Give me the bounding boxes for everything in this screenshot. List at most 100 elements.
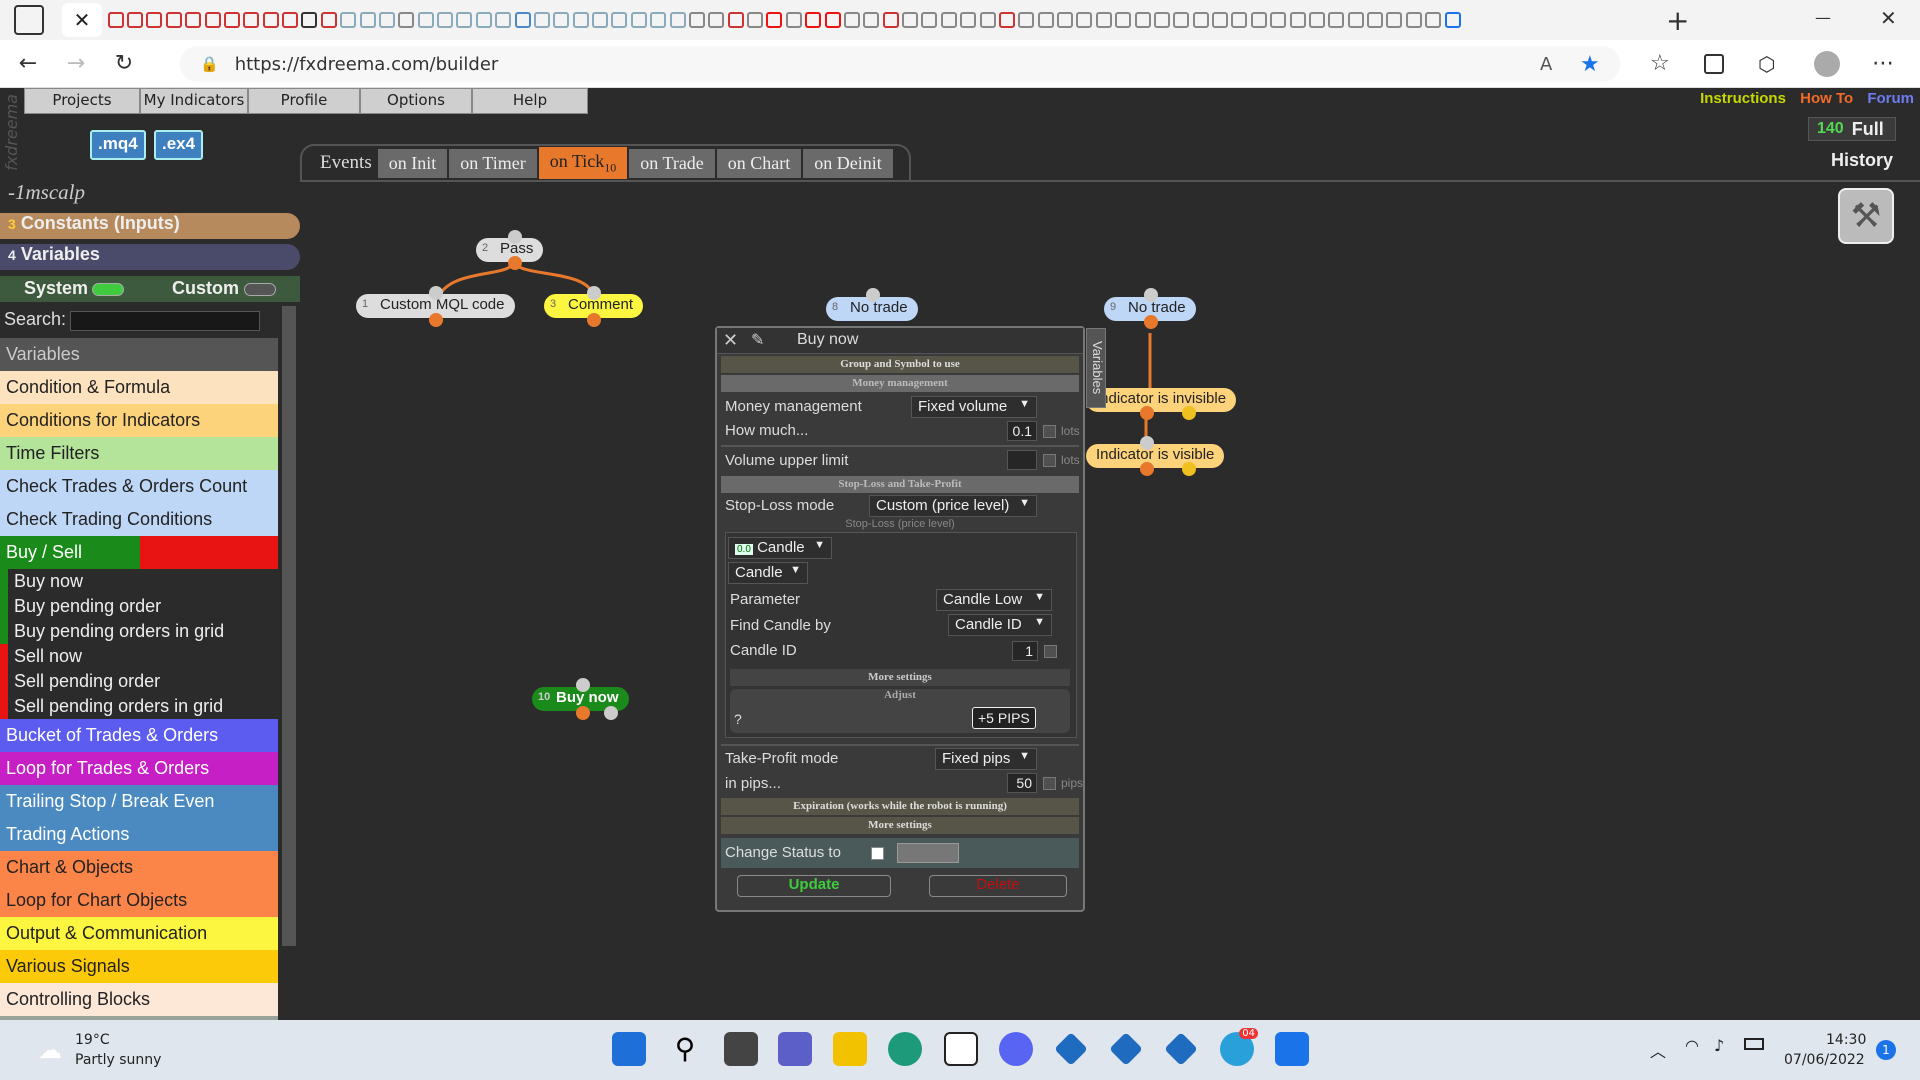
tab-favicon-icon[interactable] — [863, 12, 880, 28]
tab-favicon-icon[interactable] — [533, 12, 550, 28]
tab-favicon-icon[interactable] — [708, 12, 725, 28]
tab-favicon-icon[interactable] — [359, 12, 376, 28]
tab-favicon-icon[interactable] — [1308, 12, 1325, 28]
tab-favicon-icon[interactable] — [1270, 12, 1287, 28]
tab-favicon-icon[interactable] — [127, 12, 144, 28]
tab-favicon-icon[interactable] — [940, 12, 957, 28]
in-pips-input[interactable]: 50 — [1007, 773, 1037, 793]
node-indicator-visible[interactable]: Indicator is visible — [1086, 444, 1225, 468]
tab-favicon-icon[interactable] — [1018, 12, 1035, 28]
telegram-icon[interactable]: 04 — [1220, 1028, 1258, 1066]
tab-favicon-icon[interactable] — [1289, 12, 1306, 28]
variables-side-tab[interactable]: Variables — [1086, 328, 1106, 408]
tab-actions-icon[interactable] — [14, 5, 44, 35]
more-menu-icon[interactable]: ⋯ — [1872, 51, 1894, 76]
node-buy-now-output-b[interactable] — [604, 706, 618, 720]
node-invisible-output-b[interactable] — [1182, 406, 1196, 420]
tab-favicon-icon[interactable] — [243, 12, 260, 28]
tab-favicon-icon[interactable] — [1115, 12, 1132, 28]
tab-favicon-icon[interactable] — [824, 12, 841, 28]
vscode-icon-2[interactable] — [1109, 1032, 1143, 1066]
lock-icon[interactable]: 🔒 — [200, 55, 219, 73]
tab-favicon-icon[interactable] — [882, 12, 899, 28]
section-expiration[interactable]: Expiration (works while the robot is run… — [721, 798, 1079, 815]
favorite-star-icon[interactable]: ★ — [1580, 52, 1600, 77]
node-pass-input[interactable] — [508, 230, 522, 244]
tab-favicon-icon[interactable] — [747, 12, 764, 28]
tab-favicon-icon[interactable] — [340, 12, 357, 28]
section-group-symbol[interactable]: Group and Symbol to use — [721, 356, 1079, 373]
adjust-input[interactable]: +5 PIPS — [972, 707, 1036, 729]
money-mode-select[interactable]: Fixed volume ▼ — [911, 396, 1037, 418]
tab-favicon-icon[interactable] — [921, 12, 938, 28]
tab-favicon-icon[interactable] — [1212, 12, 1229, 28]
read-aloud-icon[interactable]: A — [1540, 54, 1552, 75]
node-no-trade-8-input[interactable] — [866, 288, 880, 302]
weather-icon[interactable]: ☁ — [38, 1036, 62, 1064]
node-custom-mql-output[interactable] — [429, 313, 443, 327]
weather-desc[interactable]: Partly sunny — [75, 1052, 161, 1068]
tab-favicon-icon[interactable] — [437, 12, 454, 28]
tab-favicon-icon[interactable] — [1192, 12, 1209, 28]
tab-favicon-icon[interactable] — [669, 12, 686, 28]
discord-icon[interactable] — [999, 1032, 1033, 1066]
node-no-trade-9-output[interactable] — [1144, 315, 1158, 329]
tab-favicon-icon[interactable] — [766, 12, 783, 28]
notification-badge[interactable]: 1 — [1876, 1040, 1896, 1060]
start-icon[interactable] — [612, 1032, 646, 1066]
tab-favicon-icon[interactable] — [727, 12, 744, 28]
wifi-icon[interactable]: ◠ — [1685, 1036, 1699, 1055]
weather-temp[interactable]: 19°C — [75, 1032, 110, 1048]
collections-icon[interactable] — [1704, 53, 1724, 74]
edge-icon[interactable] — [888, 1032, 922, 1066]
tab-favicon-icon[interactable] — [998, 12, 1015, 28]
tab-favicon-icon[interactable] — [204, 12, 221, 28]
tab-favicon-icon[interactable] — [514, 12, 531, 28]
tab-favicon-icon[interactable] — [1173, 12, 1190, 28]
tab-favicon-icon[interactable] — [456, 12, 473, 28]
clock-date[interactable]: 07/06/2022 — [1784, 1052, 1865, 1068]
tab-favicon-icon[interactable] — [223, 12, 240, 28]
tab-favicon-icon[interactable] — [902, 12, 919, 28]
sl-mode-select[interactable]: Custom (price level) ▼ — [869, 495, 1037, 517]
tab-favicon-icon[interactable] — [1037, 12, 1054, 28]
tab-favicon-icon[interactable] — [592, 12, 609, 28]
url-field[interactable]: 🔒 https://fxdreema.com/builder A ★ — [180, 46, 1620, 82]
delete-button[interactable]: Delete — [929, 875, 1067, 897]
node-buy-now-output-a[interactable] — [576, 706, 590, 720]
tab-favicon-icon[interactable] — [398, 12, 415, 28]
tab-favicon-icon[interactable] — [1057, 12, 1074, 28]
find-by-select[interactable]: Candle ID ▼ — [948, 614, 1052, 636]
close-tab-icon[interactable]: ✕ — [62, 3, 102, 37]
tab-favicon-icon[interactable] — [378, 12, 395, 28]
file-explorer-icon[interactable] — [833, 1032, 867, 1066]
app-icon[interactable] — [944, 1032, 978, 1066]
vscode-icon-1[interactable] — [1054, 1032, 1088, 1066]
tab-favicon-icon[interactable] — [320, 12, 337, 28]
tab-favicon-icon[interactable] — [107, 12, 124, 28]
task-view-icon[interactable] — [724, 1032, 758, 1066]
tab-favicon-icon[interactable] — [1076, 12, 1093, 28]
dialog-close-icon[interactable]: ✕ — [723, 330, 738, 351]
node-no-trade-9-input[interactable] — [1144, 288, 1158, 302]
tab-favicon-icon[interactable] — [805, 12, 822, 28]
volume-limit-input[interactable] — [1007, 450, 1037, 470]
tab-favicon-icon[interactable] — [417, 12, 434, 28]
tab-favicon-icon[interactable] — [262, 12, 279, 28]
tab-favicon-icon[interactable] — [1425, 12, 1442, 28]
node-custom-mql-input[interactable] — [429, 286, 443, 300]
candle-id-checkbox[interactable] — [1044, 645, 1057, 658]
node-buy-now-input[interactable] — [576, 678, 590, 692]
candle-source-select[interactable]: 0.0 Candle ▼ — [728, 537, 832, 559]
node-indicator-invisible[interactable]: Indicator is invisible — [1086, 388, 1237, 412]
tab-favicon-icon[interactable] — [843, 12, 860, 28]
mail-icon[interactable] — [1275, 1032, 1309, 1066]
tab-favicons[interactable] — [106, 12, 1656, 28]
how-much-input[interactable]: 0.1 — [1007, 421, 1037, 441]
tab-favicon-icon[interactable] — [1328, 12, 1345, 28]
section-more-settings[interactable]: More settings — [721, 817, 1079, 834]
how-much-checkbox[interactable] — [1043, 425, 1056, 438]
tab-favicon-icon[interactable] — [1386, 12, 1403, 28]
volume-limit-checkbox[interactable] — [1043, 454, 1056, 467]
clock-time[interactable]: 14:30 — [1826, 1032, 1866, 1048]
